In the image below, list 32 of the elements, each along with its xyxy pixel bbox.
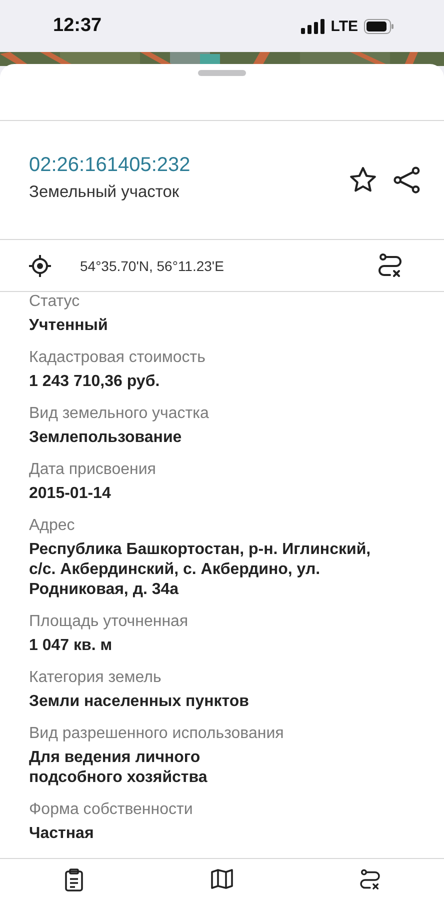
network-label: LTE — [330, 18, 358, 34]
location-icon[interactable] — [28, 254, 52, 278]
field-value: Частная — [29, 824, 95, 844]
object-type: Земельный участок — [29, 183, 180, 202]
field-label: Категория земель — [29, 668, 162, 688]
cadastral-number: 02:26:161405:232 — [29, 154, 192, 177]
field-value: 2015-01-14 — [29, 484, 112, 504]
field-value: 1 047 кв. м — [29, 636, 114, 656]
field-label: Площадь уточненная — [29, 612, 190, 632]
battery-icon — [364, 18, 394, 34]
field-label: Вид разрешенного использования — [29, 724, 285, 744]
field-value: Учтенный — [29, 316, 109, 336]
field-label: Кадастровая стоимость — [29, 348, 206, 368]
coordinates-text: 54°35.70'N, 56°11.23'E — [80, 258, 225, 274]
route-cancel-icon[interactable] — [358, 868, 382, 892]
field-label: Вид земельного участка — [29, 404, 210, 424]
clipboard-icon[interactable] — [63, 868, 85, 892]
field-value: Республика Башкортостан, р-н. Иглинский, с/с. Акбердинский, с. Акбердино, ул. Родниковая, д. 34а — [29, 540, 372, 600]
drag-handle[interactable] — [198, 70, 246, 76]
field-value: Землепользование — [29, 428, 183, 448]
field-label: Форма собственности — [29, 800, 194, 820]
share-icon[interactable] — [392, 165, 422, 195]
signal-icon — [300, 18, 325, 34]
field-value: Для ведения личного подсобного хозяйства — [29, 748, 208, 788]
field-label: Адрес — [29, 516, 76, 536]
map-icon[interactable] — [210, 868, 234, 890]
field-label: Статус — [29, 292, 81, 312]
route-cancel-icon[interactable] — [376, 252, 404, 280]
field-value: 1 243 710,36 руб. — [29, 372, 161, 392]
field-label: Дата присвоения — [29, 460, 157, 480]
field-value: Земли населенных пунктов — [29, 692, 250, 712]
status-time: 12:37 — [53, 15, 102, 37]
